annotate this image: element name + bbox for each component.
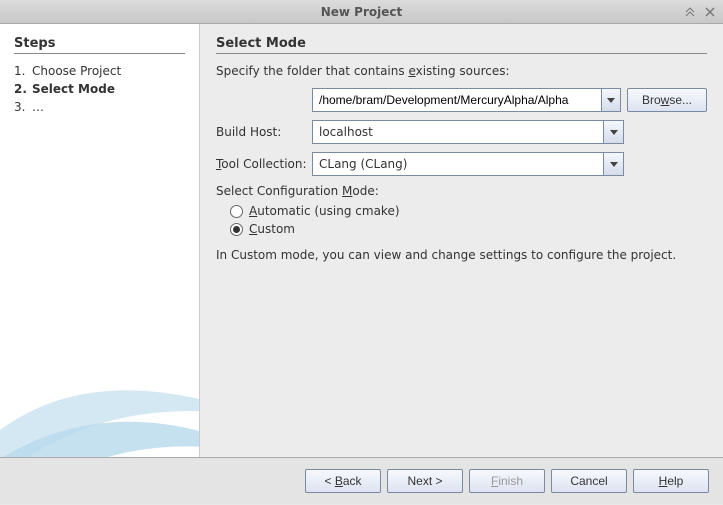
radio-icon [230, 223, 243, 236]
folder-label: Specify the folder that contains existin… [216, 64, 707, 78]
tool-collection-value: CLang (CLang) [313, 153, 603, 175]
build-host-value: localhost [313, 121, 603, 143]
tool-collection-label: Tool Collection: [216, 157, 306, 171]
next-button[interactable]: Next > [387, 469, 463, 493]
step-item: 3.… [14, 98, 185, 116]
step-item: 1.Choose Project [14, 62, 185, 80]
minimize-icon[interactable] [683, 5, 697, 19]
help-button[interactable]: Help [633, 469, 709, 493]
steps-list: 1.Choose Project 2.Select Mode 3.… [14, 62, 185, 116]
config-mode-label: Select Configuration Mode: [216, 184, 707, 198]
window-title: New Project [321, 5, 403, 19]
radio-custom[interactable]: Custom [230, 220, 707, 238]
chevron-down-icon [610, 130, 618, 135]
tool-collection-combo[interactable]: CLang (CLang) [312, 152, 624, 176]
step-item: 2.Select Mode [14, 80, 185, 98]
browse-button[interactable]: Browse... [627, 88, 707, 112]
folder-input[interactable] [313, 93, 601, 107]
main-panel: Select Mode Specify the folder that cont… [200, 24, 723, 457]
close-icon[interactable] [703, 5, 717, 19]
folder-combo[interactable] [312, 88, 621, 112]
chevron-down-icon [610, 162, 618, 167]
cancel-button[interactable]: Cancel [551, 469, 627, 493]
back-button[interactable]: < Back [305, 469, 381, 493]
footer: < Back Next > Finish Cancel Help [0, 458, 723, 504]
chevron-down-icon [607, 98, 615, 103]
titlebar: New Project [0, 0, 723, 24]
tool-collection-dropdown-button[interactable] [603, 153, 623, 175]
radio-icon [230, 205, 243, 218]
mode-hint: In Custom mode, you can view and change … [216, 248, 707, 262]
main-heading: Select Mode [216, 36, 707, 51]
finish-button: Finish [469, 469, 545, 493]
build-host-combo[interactable]: localhost [312, 120, 624, 144]
radio-custom-label: Custom [249, 222, 295, 236]
steps-panel: Steps 1.Choose Project 2.Select Mode 3.… [0, 24, 200, 457]
steps-heading: Steps [14, 36, 185, 51]
radio-automatic-label: Automatic (using cmake) [249, 204, 400, 218]
build-host-label: Build Host: [216, 125, 306, 139]
radio-automatic[interactable]: Automatic (using cmake) [230, 202, 707, 220]
folder-dropdown-button[interactable] [601, 89, 620, 111]
build-host-dropdown-button[interactable] [603, 121, 623, 143]
